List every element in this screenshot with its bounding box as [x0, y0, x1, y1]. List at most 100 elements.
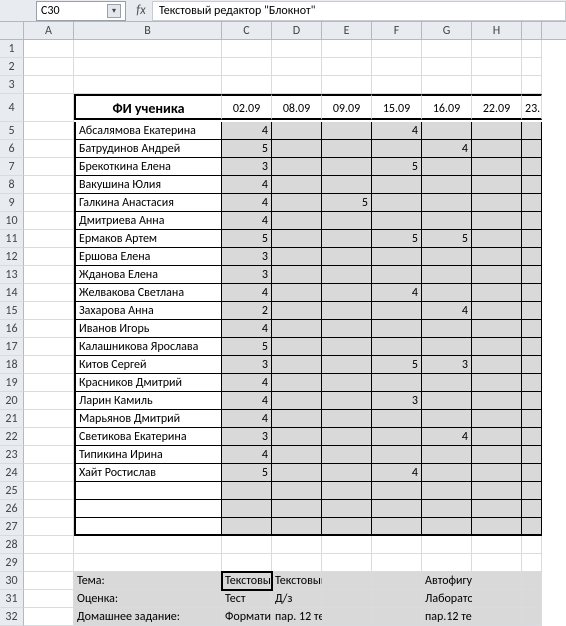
col-header[interactable]: G	[422, 22, 472, 39]
col-header[interactable]: E	[322, 22, 372, 39]
cell[interactable]	[24, 392, 74, 410]
cell[interactable]: 4	[372, 122, 422, 140]
cell[interactable]	[422, 374, 472, 392]
cell[interactable]	[272, 536, 322, 554]
cell[interactable]	[522, 176, 542, 194]
cell[interactable]	[322, 338, 372, 356]
cell[interactable]: 4	[222, 392, 272, 410]
cell[interactable]	[24, 230, 74, 248]
cell[interactable]	[522, 356, 542, 374]
row-header[interactable]: 23	[0, 446, 24, 464]
cell[interactable]	[372, 446, 422, 464]
row-header[interactable]: 29	[0, 554, 24, 572]
cell[interactable]	[322, 230, 372, 248]
cell[interactable]: 16.09	[422, 94, 472, 120]
cell[interactable]: Светикова Екатерина	[74, 428, 222, 446]
cell[interactable]	[472, 608, 522, 626]
cell[interactable]	[24, 266, 74, 284]
cell[interactable]	[24, 194, 74, 212]
cell[interactable]	[24, 40, 74, 58]
cell[interactable]	[24, 76, 74, 94]
cell[interactable]	[272, 122, 322, 140]
cell[interactable]	[522, 248, 542, 266]
cell[interactable]	[24, 428, 74, 446]
cell[interactable]	[24, 500, 74, 518]
cell[interactable]: 5	[222, 230, 272, 248]
cell[interactable]	[24, 554, 74, 572]
cell[interactable]: 09.09	[322, 94, 372, 120]
cell[interactable]	[272, 176, 322, 194]
cell[interactable]	[472, 76, 522, 94]
row-header[interactable]: 11	[0, 230, 24, 248]
cell[interactable]: 5	[372, 230, 422, 248]
row-header[interactable]: 4	[0, 94, 24, 122]
cell[interactable]: Калашникова Ярослава	[74, 338, 222, 356]
cell[interactable]	[222, 554, 272, 572]
cell[interactable]	[322, 140, 372, 158]
cell[interactable]	[322, 464, 372, 482]
cell[interactable]: Лабораторное занятие	[422, 590, 472, 608]
cell[interactable]	[222, 76, 272, 94]
col-header[interactable]: B	[74, 22, 222, 39]
cell[interactable]: 4	[372, 284, 422, 302]
cell[interactable]	[522, 590, 542, 608]
cell[interactable]	[74, 536, 222, 554]
cell[interactable]	[472, 410, 522, 428]
cell[interactable]	[522, 58, 542, 76]
cell[interactable]: Ермаков Артем	[74, 230, 222, 248]
cell[interactable]	[522, 374, 542, 392]
cell[interactable]	[422, 248, 472, 266]
cell[interactable]	[472, 140, 522, 158]
cell[interactable]: Жданова Елена	[74, 266, 222, 284]
cell[interactable]	[422, 284, 472, 302]
cell[interactable]	[422, 176, 472, 194]
row-header[interactable]: 28	[0, 536, 24, 554]
cell[interactable]	[372, 590, 422, 608]
cell[interactable]	[422, 194, 472, 212]
cell[interactable]	[472, 572, 522, 590]
cell[interactable]: Красников Дмитрий	[74, 374, 222, 392]
cell[interactable]	[522, 194, 542, 212]
select-all-corner[interactable]	[0, 22, 24, 39]
cell[interactable]	[472, 158, 522, 176]
row-header[interactable]: 2	[0, 58, 24, 76]
cell[interactable]	[422, 392, 472, 410]
cell[interactable]	[24, 140, 74, 158]
cell[interactable]: 3	[222, 158, 272, 176]
cell[interactable]: 4	[422, 302, 472, 320]
cell[interactable]: Дмитриева Анна	[74, 212, 222, 230]
cell[interactable]	[272, 140, 322, 158]
cell[interactable]	[522, 212, 542, 230]
cell[interactable]: Марьянов Дмитрий	[74, 410, 222, 428]
cell[interactable]	[74, 482, 222, 500]
row-header[interactable]: 31	[0, 590, 24, 608]
cell[interactable]	[322, 590, 372, 608]
cell[interactable]: 15.09	[372, 94, 422, 120]
cell[interactable]: Текстовый процессор Word	[272, 572, 322, 590]
cell[interactable]: Желвакова Светлана	[74, 284, 222, 302]
cell[interactable]	[24, 176, 74, 194]
cell[interactable]	[472, 446, 522, 464]
cell[interactable]: пар.12 тема 5	[422, 608, 472, 626]
cell[interactable]	[472, 464, 522, 482]
cell[interactable]	[472, 194, 522, 212]
row-header[interactable]: 32	[0, 608, 24, 626]
cell[interactable]	[272, 446, 322, 464]
cell[interactable]	[522, 536, 542, 554]
cell[interactable]	[522, 572, 542, 590]
cell[interactable]	[472, 212, 522, 230]
cell[interactable]: 4	[222, 284, 272, 302]
cell[interactable]	[422, 500, 472, 518]
cell[interactable]: 4	[222, 212, 272, 230]
cell[interactable]: Оценка:	[74, 590, 222, 608]
cell[interactable]	[272, 212, 322, 230]
cell[interactable]: 02.09	[222, 94, 272, 120]
cell[interactable]	[272, 302, 322, 320]
row-header[interactable]: 7	[0, 158, 24, 176]
cell[interactable]	[422, 76, 472, 94]
cell[interactable]	[272, 392, 322, 410]
cell[interactable]	[422, 536, 472, 554]
cell[interactable]	[222, 536, 272, 554]
row-header[interactable]: 14	[0, 284, 24, 302]
row-header[interactable]: 13	[0, 266, 24, 284]
